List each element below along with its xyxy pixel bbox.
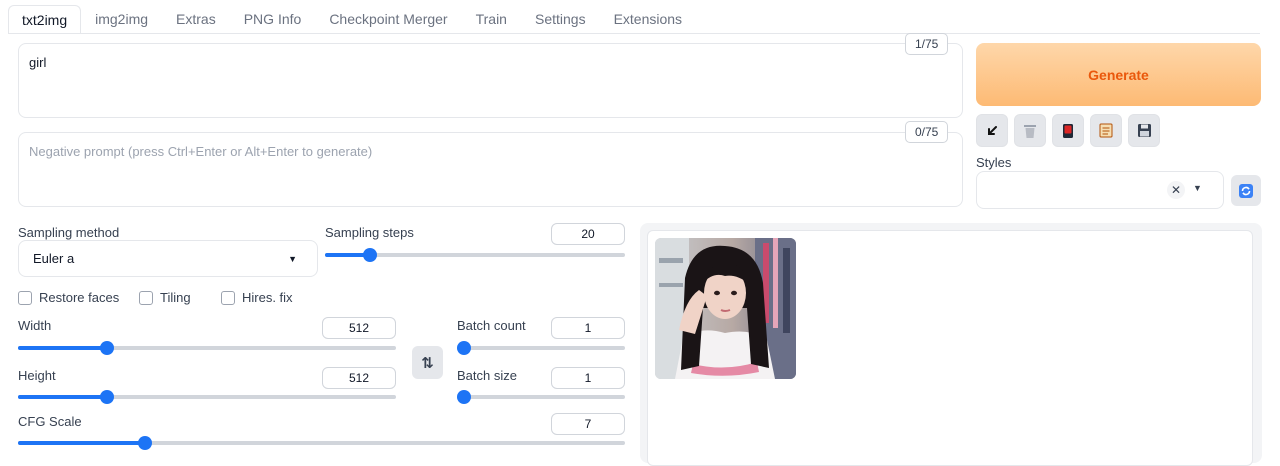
cfg-scale-input[interactable]: 7	[551, 413, 625, 435]
clear-prompt-button[interactable]	[1014, 114, 1046, 147]
tiling-option[interactable]: Tiling	[139, 290, 191, 305]
prompt-input[interactable]	[18, 43, 963, 118]
tab-train[interactable]: Train	[462, 5, 521, 34]
save-style-button[interactable]	[1128, 114, 1160, 147]
negative-prompt-input[interactable]	[18, 132, 963, 207]
generate-button[interactable]: Generate	[976, 43, 1261, 106]
batch-size-label: Batch size	[457, 368, 517, 383]
clipboard-icon	[1099, 123, 1113, 138]
batch-count-label: Batch count	[457, 318, 526, 333]
tab-bar: txt2img img2img Extras PNG Info Checkpoi…	[8, 5, 696, 34]
trash-icon	[1024, 124, 1036, 138]
restore-faces-label: Restore faces	[39, 290, 120, 305]
chevron-down-icon: ▼	[1193, 183, 1202, 193]
tab-extensions[interactable]: Extensions	[600, 5, 696, 34]
negative-prompt-token-counter: 0/75	[905, 121, 949, 143]
tab-img2img[interactable]: img2img	[81, 5, 162, 34]
tab-png-info[interactable]: PNG Info	[230, 5, 316, 34]
batch-count-slider[interactable]	[457, 341, 625, 355]
height-label: Height	[18, 368, 56, 383]
floppy-disk-icon	[1137, 124, 1151, 137]
slider-thumb[interactable]	[363, 248, 377, 262]
arrow-down-left-icon	[988, 125, 997, 135]
tiling-checkbox[interactable]	[139, 290, 153, 305]
refresh-styles-button[interactable]	[1231, 175, 1261, 206]
red-card-icon	[1063, 123, 1073, 138]
restore-faces-option[interactable]: Restore faces	[18, 290, 119, 305]
slider-thumb[interactable]	[99, 341, 114, 355]
generated-image-thumbnail[interactable]	[655, 238, 796, 379]
refresh-icon	[1239, 183, 1253, 198]
slider-thumb[interactable]	[457, 341, 471, 355]
slider-thumb[interactable]	[138, 436, 153, 450]
hires-fix-option[interactable]: Hires. fix	[221, 290, 293, 305]
tiling-label: Tiling	[160, 290, 191, 305]
restore-faces-checkbox[interactable]	[18, 290, 32, 305]
hires-fix-checkbox[interactable]	[221, 290, 235, 305]
height-input[interactable]: 512	[322, 367, 396, 389]
sampling-method-label: Sampling method	[18, 225, 120, 240]
slider-thumb[interactable]	[99, 390, 114, 404]
tab-divider	[8, 33, 1260, 34]
tab-settings[interactable]: Settings	[521, 5, 600, 34]
chevron-down-icon: ▼	[288, 254, 297, 264]
styles-dropdown[interactable]: ✕ ▼	[976, 171, 1224, 209]
sampling-steps-input[interactable]: 20	[551, 223, 625, 245]
tab-checkpoint-merger[interactable]: Checkpoint Merger	[315, 5, 461, 34]
swap-dimensions-button[interactable]: ⇅	[412, 346, 443, 379]
tab-txt2img[interactable]: txt2img	[8, 5, 82, 34]
cfg-scale-slider[interactable]	[18, 436, 625, 450]
width-label: Width	[18, 318, 52, 333]
show-extra-networks-button[interactable]	[1052, 114, 1084, 147]
swap-arrows-icon: ⇅	[421, 354, 434, 372]
tab-extras[interactable]: Extras	[162, 5, 230, 34]
cfg-scale-label: CFG Scale	[18, 414, 82, 429]
prompt-token-counter: 1/75	[905, 33, 949, 55]
sampling-steps-slider[interactable]	[325, 248, 625, 262]
sampling-steps-label: Sampling steps	[325, 225, 414, 240]
generated-image	[655, 238, 796, 379]
height-slider[interactable]	[18, 390, 396, 404]
batch-size-input[interactable]: 1	[551, 367, 625, 389]
apply-styles-button[interactable]	[1090, 114, 1122, 147]
styles-label: Styles	[976, 155, 1012, 170]
slider-thumb[interactable]	[457, 390, 471, 404]
width-input[interactable]: 512	[322, 317, 396, 339]
sampling-method-dropdown[interactable]: Euler a ▼	[18, 240, 318, 277]
sampling-method-value: Euler a	[33, 251, 75, 266]
paste-params-button[interactable]	[976, 114, 1008, 147]
batch-count-input[interactable]: 1	[551, 317, 625, 339]
clear-styles-icon[interactable]: ✕	[1167, 181, 1185, 199]
batch-size-slider[interactable]	[457, 390, 625, 404]
hires-fix-label: Hires. fix	[242, 290, 293, 305]
width-slider[interactable]	[18, 341, 396, 355]
